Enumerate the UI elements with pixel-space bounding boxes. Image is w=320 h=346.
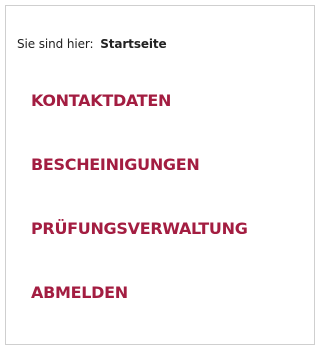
menu-item-pruefungsverwaltung: PRÜFUNGSVERWALTUNG <box>31 218 248 282</box>
menu-link-abmelden[interactable]: ABMELDEN <box>31 282 128 304</box>
breadcrumb-current: Startseite <box>100 37 167 51</box>
menu-link-kontaktdaten[interactable]: KONTAKTDATEN <box>31 90 171 112</box>
breadcrumb: Sie sind hier: Startseite <box>17 37 167 51</box>
menu-item-abmelden: ABMELDEN <box>31 282 248 346</box>
main-menu: KONTAKTDATEN BESCHEINIGUNGEN PRÜFUNGSVER… <box>31 90 248 346</box>
menu-item-kontaktdaten: KONTAKTDATEN <box>31 90 248 154</box>
breadcrumb-prefix: Sie sind hier: <box>17 37 94 51</box>
menu-link-bescheinigungen[interactable]: BESCHEINIGUNGEN <box>31 154 200 176</box>
menu-item-bescheinigungen: BESCHEINIGUNGEN <box>31 154 248 218</box>
menu-link-pruefungsverwaltung[interactable]: PRÜFUNGSVERWALTUNG <box>31 218 248 240</box>
